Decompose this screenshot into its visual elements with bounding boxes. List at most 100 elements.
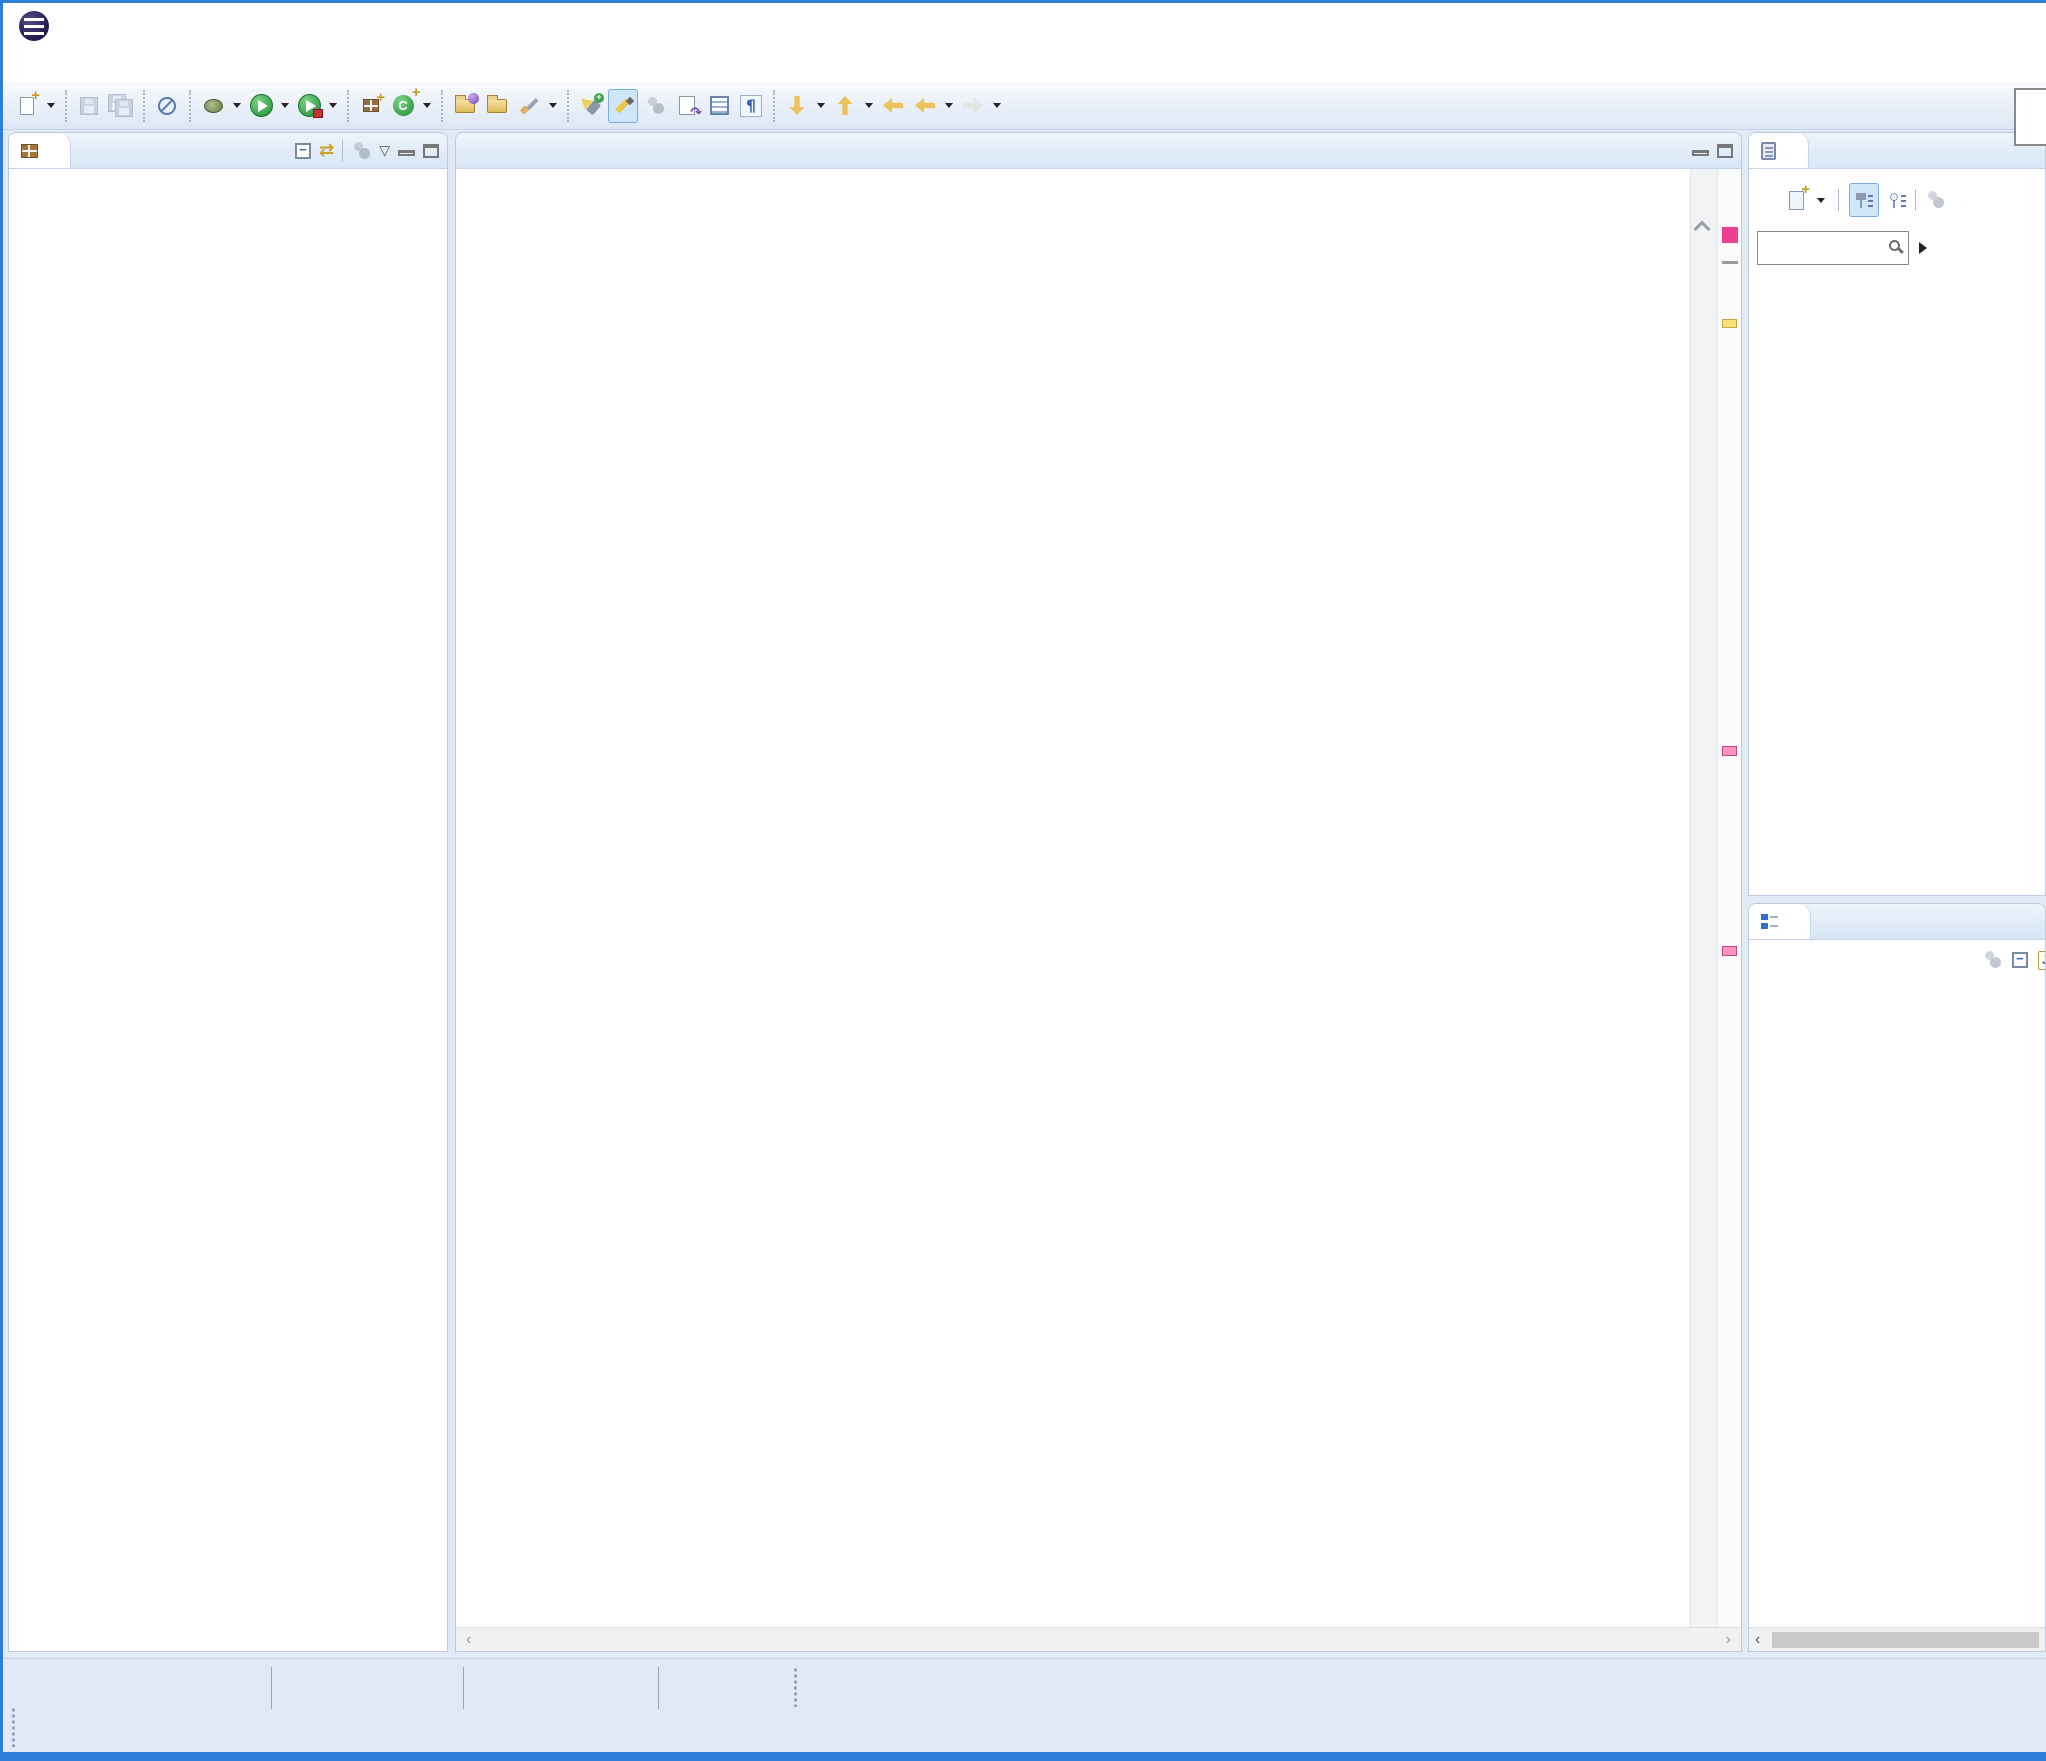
search-button[interactable]: + xyxy=(576,89,606,123)
save-all-button[interactable] xyxy=(106,89,136,123)
categorized-icon xyxy=(1856,192,1873,209)
eclipse-logo-icon xyxy=(19,11,49,41)
horizontal-scrollbar[interactable]: ‹› xyxy=(456,1627,1741,1651)
open-resource-button[interactable] xyxy=(482,89,512,123)
external-tools-menu-caret[interactable] xyxy=(549,103,557,108)
debug-icon xyxy=(204,99,223,113)
run-button[interactable] xyxy=(246,89,276,123)
view-menu-button[interactable]: ▽ xyxy=(379,142,390,159)
focus-task-icon[interactable] xyxy=(351,141,371,161)
show-last-edit-button[interactable] xyxy=(672,89,702,123)
outline-header xyxy=(1749,904,2045,940)
toolbar-separator xyxy=(143,90,145,122)
scrollbar-thumb[interactable] xyxy=(1772,1632,2039,1648)
maximize-button[interactable] xyxy=(423,144,439,158)
warning-marker[interactable] xyxy=(1722,319,1737,328)
forward-button[interactable] xyxy=(958,89,988,123)
expand-filter-icon[interactable] xyxy=(1919,242,1927,254)
trim-drag-handle[interactable] xyxy=(11,1707,16,1747)
scroll-up-icon[interactable] xyxy=(1694,221,1711,238)
scheduled-view-button[interactable] xyxy=(1889,192,1906,209)
pilcrow-icon: ¶ xyxy=(740,95,762,117)
outline-horizontal-scrollbar[interactable]: ‹ xyxy=(1749,1627,2045,1651)
categorized-view-button[interactable] xyxy=(1849,183,1879,217)
outline-icon xyxy=(1761,913,1778,930)
collaboration-button[interactable] xyxy=(640,89,670,123)
package-explorer-header: ⇄ ▽ xyxy=(9,133,447,169)
toolbar-separator xyxy=(567,90,569,122)
new-task-button[interactable] xyxy=(1789,191,1804,210)
search-icon xyxy=(1889,240,1900,251)
previous-annotation-button[interactable] xyxy=(830,89,860,123)
show-selected-element-button[interactable] xyxy=(704,89,734,123)
package-explorer-panel: ⇄ ▽ xyxy=(8,132,448,1652)
run-menu-caret[interactable] xyxy=(281,103,289,108)
status-separator xyxy=(271,1667,272,1709)
quick-access-box[interactable] xyxy=(2014,88,2046,146)
outline-toolbar: J xyxy=(1749,940,2045,976)
new-menu-caret[interactable] xyxy=(47,103,55,108)
overview-error-indicator xyxy=(1722,227,1738,243)
debug-button[interactable] xyxy=(198,89,228,123)
brush-icon xyxy=(519,96,539,116)
focus-task-icon[interactable] xyxy=(1925,190,1945,210)
last-edit-icon xyxy=(679,96,695,115)
maximize-button[interactable] xyxy=(1717,144,1733,158)
next-annotation-button[interactable] xyxy=(782,89,812,123)
find-input[interactable] xyxy=(1757,231,1909,265)
package-explorer-tab[interactable] xyxy=(9,133,71,168)
previous-annotation-caret[interactable] xyxy=(865,103,873,108)
window-border-top xyxy=(0,0,2046,3)
back-menu-caret[interactable] xyxy=(945,103,953,108)
new-wizard-button[interactable] xyxy=(12,89,42,123)
save-button[interactable] xyxy=(74,89,104,123)
run-icon xyxy=(250,94,273,117)
run-last-menu-caret[interactable] xyxy=(329,103,337,108)
skip-breakpoints-button[interactable] xyxy=(152,89,182,123)
task-list-tab[interactable] xyxy=(1749,133,1809,168)
error-marker[interactable] xyxy=(1722,746,1737,756)
sort-button[interactable]: J xyxy=(2038,951,2046,970)
editor-body xyxy=(456,169,1741,1627)
code-area[interactable] xyxy=(456,171,1689,1627)
back-button[interactable] xyxy=(910,89,940,123)
vertical-scrollbar[interactable] xyxy=(1690,169,1717,1627)
overview-ruler[interactable] xyxy=(1717,169,1741,1627)
run-last-button[interactable] xyxy=(294,89,324,123)
open-type-button[interactable] xyxy=(450,89,480,123)
new-class-button[interactable]: C xyxy=(388,89,418,123)
new-task-caret[interactable] xyxy=(1817,198,1825,203)
next-annotation-icon xyxy=(790,96,805,115)
collapse-all-button[interactable] xyxy=(2012,952,2028,968)
scroll-left-icon[interactable]: ‹ xyxy=(1755,1631,1760,1649)
mark-occurrences-toggle[interactable] xyxy=(608,89,638,123)
forward-menu-caret[interactable] xyxy=(993,103,1001,108)
task-list-header xyxy=(1749,133,2045,169)
header-separator xyxy=(342,140,343,162)
new-java-project-icon xyxy=(363,99,379,112)
trim-drag-handle[interactable] xyxy=(793,1667,798,1707)
minimize-button[interactable] xyxy=(398,150,415,156)
scroll-right-icon[interactable]: › xyxy=(1726,1631,1731,1649)
link-with-editor-button[interactable]: ⇄ xyxy=(319,140,334,161)
next-annotation-caret[interactable] xyxy=(817,103,825,108)
run-last-icon xyxy=(298,94,321,117)
scroll-left-icon[interactable]: ‹ xyxy=(466,1631,471,1649)
editor-panel: ‹› xyxy=(455,132,1742,1652)
last-edit-location-button[interactable] xyxy=(878,89,908,123)
new-java-project-button[interactable] xyxy=(356,89,386,123)
editor-tabbar xyxy=(456,133,1692,168)
show-whitespace-button[interactable]: ¶ xyxy=(736,89,766,123)
new-class-menu-caret[interactable] xyxy=(423,103,431,108)
outline-tab[interactable] xyxy=(1749,904,1811,939)
selected-element-icon xyxy=(710,96,729,115)
debug-menu-caret[interactable] xyxy=(233,103,241,108)
error-marker[interactable] xyxy=(1722,946,1737,956)
collapse-all-button[interactable] xyxy=(295,143,311,159)
person-icon xyxy=(645,96,665,116)
toolbar-separator xyxy=(189,90,191,122)
minimize-button[interactable] xyxy=(1692,150,1709,156)
focus-task-icon[interactable] xyxy=(1982,950,2002,970)
external-tools-button[interactable] xyxy=(514,89,544,123)
new-file-icon xyxy=(20,97,34,115)
